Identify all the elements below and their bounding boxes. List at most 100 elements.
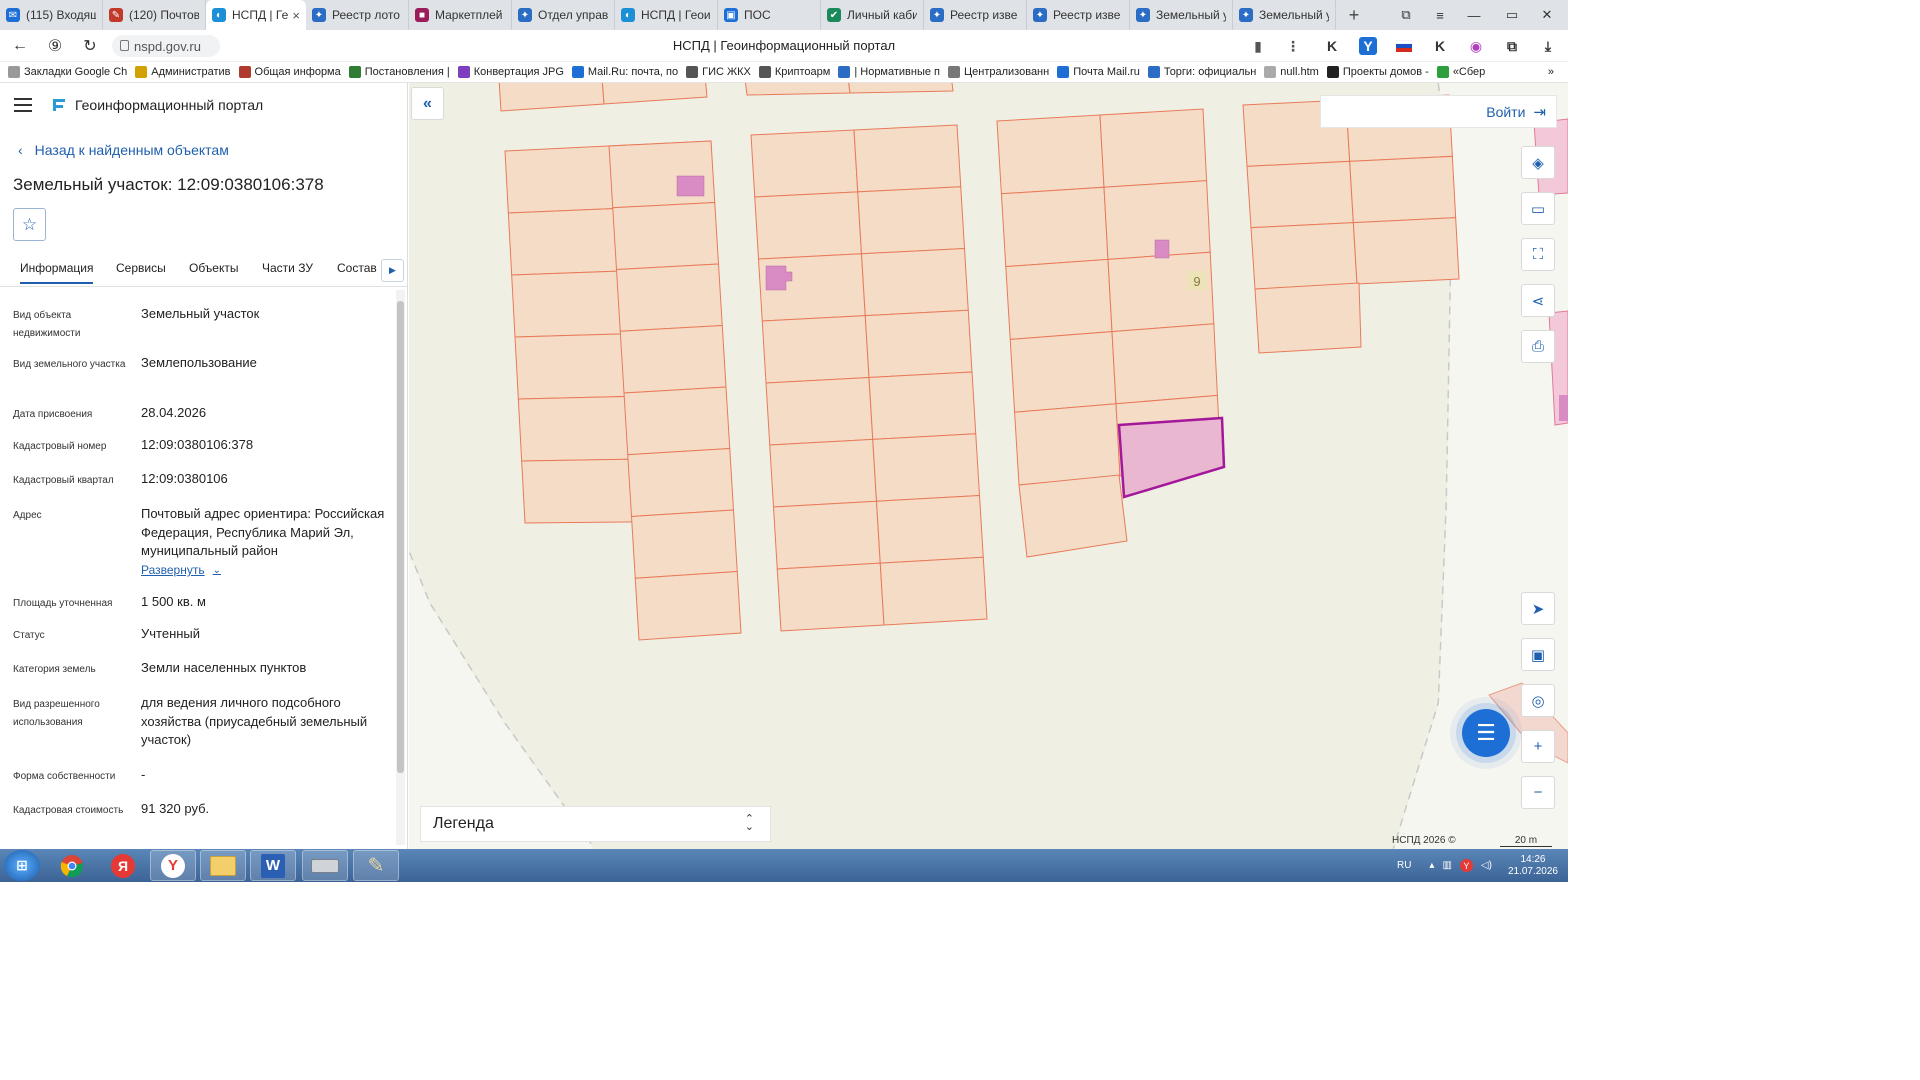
bookmark-item[interactable]: Общая информа: [238, 66, 341, 78]
start-button[interactable]: ⊞: [4, 850, 40, 881]
url-field[interactable]: nspd.gov.ru: [112, 35, 220, 57]
cadastral-map[interactable]: 9: [409, 83, 1568, 849]
reload-icon[interactable]: ↻: [78, 34, 102, 58]
map-canvas[interactable]: 9: [409, 83, 1568, 849]
taskbar-app-chrome[interactable]: [49, 850, 95, 881]
land-parcel[interactable]: [630, 509, 738, 579]
bookmark-icon[interactable]: ▮: [1249, 37, 1267, 55]
land-parcel[interactable]: [1246, 160, 1354, 229]
land-parcel[interactable]: [1349, 155, 1457, 224]
minimize-button[interactable]: —: [1457, 0, 1491, 30]
tab-parts[interactable]: Части ЗУ: [262, 261, 313, 275]
land-parcel[interactable]: [875, 494, 984, 564]
land-parcel[interactable]: [1014, 403, 1121, 486]
tab-services[interactable]: Сервисы: [116, 261, 166, 275]
downloads-icon[interactable]: ⤓: [1539, 37, 1557, 55]
maximize-button[interactable]: ▭: [1495, 0, 1529, 30]
hamburger-menu-icon[interactable]: [14, 98, 32, 112]
tab-composition[interactable]: Состав: [337, 261, 377, 275]
print-button[interactable]: ⎙: [1521, 330, 1555, 363]
bookmark-item[interactable]: Криптоарм: [758, 66, 830, 78]
bookmark-item[interactable]: Закладки Google Ch: [8, 66, 127, 78]
building[interactable]: [676, 175, 705, 197]
bookmark-item[interactable]: ГИС ЖКХ: [686, 66, 751, 78]
browser-tab[interactable]: ✦ Земельный у: [1130, 0, 1233, 30]
building[interactable]: [1154, 239, 1170, 259]
bookmark-item[interactable]: Централизованн: [948, 66, 1049, 78]
land-parcel[interactable]: [1352, 217, 1460, 285]
tab-collections-icon[interactable]: ⧉: [1389, 0, 1423, 30]
extension-k-icon[interactable]: K: [1323, 37, 1341, 55]
browser-tab[interactable]: ✎ (120) Почтов: [103, 0, 206, 30]
taskbar-app-yandex[interactable]: Я: [100, 850, 146, 881]
taskbar-app-paint[interactable]: ✎: [353, 850, 399, 881]
browser-tab[interactable]: ✦ Реестр лото: [306, 0, 409, 30]
land-parcel[interactable]: [601, 83, 708, 105]
extension-flag-icon[interactable]: [1395, 37, 1413, 55]
language-indicator[interactable]: RU: [1397, 860, 1411, 871]
browser-tab[interactable]: ✦ Отдел управ: [512, 0, 615, 30]
land-parcel[interactable]: [860, 247, 969, 317]
bookmark-item[interactable]: Проекты домов -: [1326, 66, 1429, 78]
bookmarks-more-button[interactable]: »: [1548, 66, 1554, 78]
land-parcel[interactable]: [623, 386, 731, 456]
land-parcel[interactable]: [1250, 222, 1358, 290]
bookmark-item[interactable]: Mail.Ru: почта, по: [571, 66, 678, 78]
taskbar-app-yandex-browser[interactable]: Y: [150, 850, 196, 881]
land-parcel[interactable]: [776, 562, 885, 632]
land-parcel[interactable]: [615, 263, 723, 332]
bookmark-item[interactable]: Почта Mail.ru: [1057, 66, 1140, 78]
clock[interactable]: 14:26 21.07.2026: [1508, 854, 1558, 878]
expand-address-link[interactable]: Развернуть ⌄: [141, 563, 221, 577]
bookmark-item[interactable]: «Сбер: [1436, 66, 1485, 78]
browser-tab[interactable]: ■ Маркетплей: [409, 0, 512, 30]
measure-button[interactable]: ▭: [1521, 192, 1555, 225]
land-parcel[interactable]: [1018, 474, 1128, 558]
taskbar-app-word[interactable]: W: [250, 850, 296, 881]
land-parcel[interactable]: [868, 371, 977, 440]
land-parcel[interactable]: [608, 140, 716, 209]
panel-scrollbar-thumb[interactable]: [397, 301, 404, 773]
extension-circle-icon[interactable]: ◉: [1467, 37, 1485, 55]
land-parcel[interactable]: [1009, 331, 1117, 413]
search-location-button[interactable]: ◎: [1521, 684, 1555, 717]
land-parcel[interactable]: [761, 315, 870, 384]
new-tab-button[interactable]: +: [1342, 3, 1366, 27]
share-button[interactable]: ⋖: [1521, 284, 1555, 317]
layers-button[interactable]: ◈: [1521, 146, 1555, 179]
land-parcel[interactable]: [634, 570, 742, 641]
land-parcel[interactable]: [627, 447, 735, 518]
land-parcel[interactable]: [765, 376, 874, 446]
browser-tab[interactable]: ▣ ПОС: [718, 0, 821, 30]
browser-tab[interactable]: ✔ Личный каби: [821, 0, 924, 30]
land-parcel[interactable]: [1107, 251, 1215, 333]
yandex-shield-icon[interactable]: ⑨: [43, 34, 67, 58]
land-parcel[interactable]: [853, 124, 962, 193]
land-parcel[interactable]: [1005, 258, 1113, 340]
minimap-button[interactable]: ▣: [1521, 638, 1555, 671]
tray-up-arrow-icon[interactable]: ▴: [1429, 860, 1434, 871]
extensions-puzzle-icon[interactable]: ⧉: [1503, 37, 1521, 55]
more-options-icon[interactable]: ⋮: [1284, 37, 1302, 55]
browser-tab[interactable]: ◐ НСПД | Геои: [615, 0, 718, 30]
browser-tab[interactable]: ✉ (115) Входящ: [0, 0, 103, 30]
browser-tab[interactable]: ✦ Реестр изве: [1027, 0, 1130, 30]
land-parcel[interactable]: [769, 438, 878, 508]
tabs-next-button[interactable]: ▶: [381, 259, 404, 282]
land-parcel[interactable]: [744, 83, 851, 96]
back-arrow-icon[interactable]: ←: [8, 34, 32, 58]
land-parcel[interactable]: [619, 324, 727, 394]
browser-tab[interactable]: ◐ НСПД | Ге ×: [206, 0, 306, 30]
browser-menu-icon[interactable]: ≡: [1423, 0, 1457, 30]
land-parcel[interactable]: [750, 129, 859, 198]
land-parcel[interactable]: [1254, 282, 1362, 354]
browser-tab[interactable]: ✦ Земельный у: [1233, 0, 1336, 30]
geolocate-button[interactable]: ➤: [1521, 592, 1555, 625]
back-to-results-link[interactable]: ‹ Назад к найденным объектам: [18, 142, 229, 158]
zoom-out-button[interactable]: −: [1521, 776, 1555, 809]
tab-information[interactable]: Информация: [20, 261, 94, 284]
tray-yandex-icon[interactable]: Y: [1459, 859, 1473, 872]
chat-button[interactable]: ☰: [1462, 709, 1510, 757]
zoom-in-button[interactable]: +: [1521, 730, 1555, 763]
close-window-button[interactable]: ✕: [1530, 0, 1564, 30]
